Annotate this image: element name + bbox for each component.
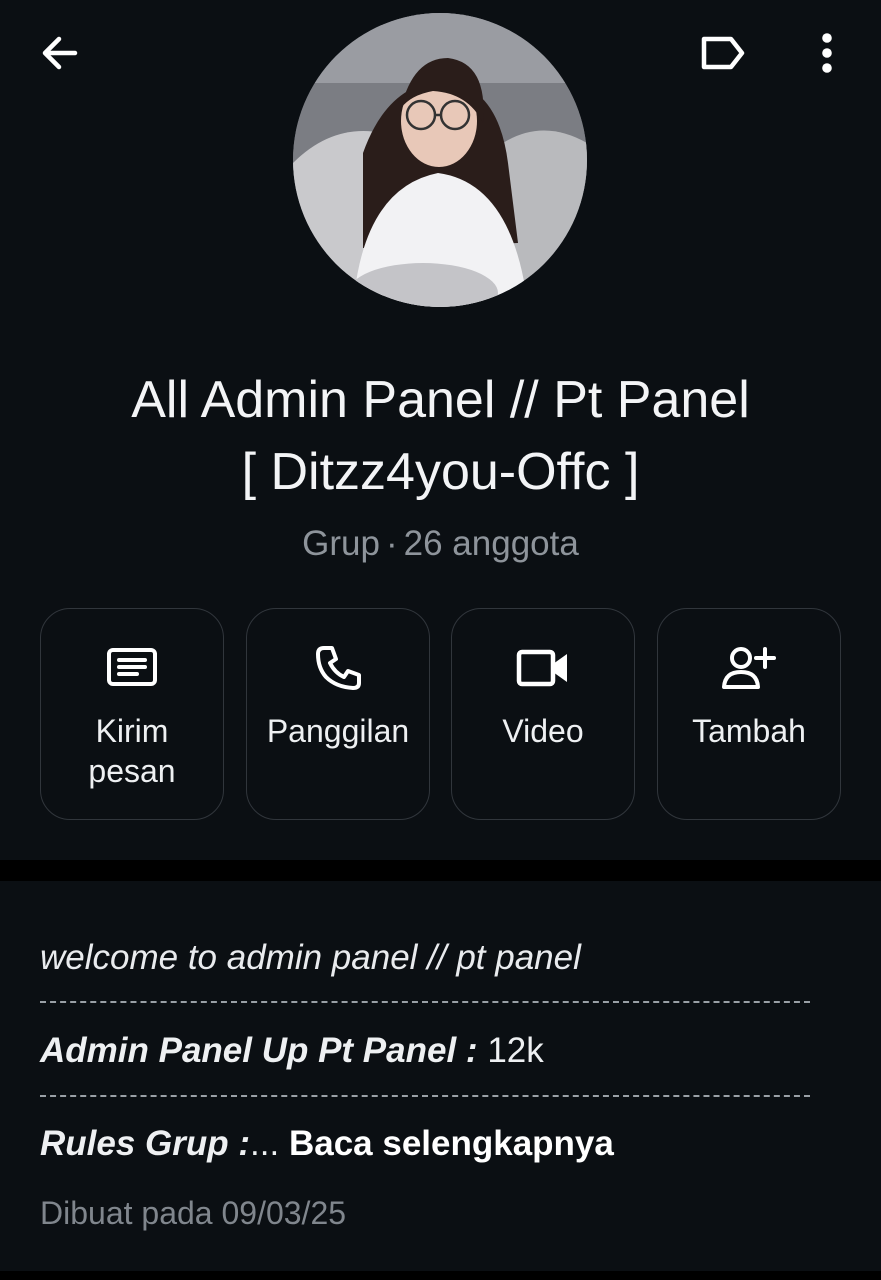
video-call-button[interactable]: Video [451, 608, 635, 820]
read-more-link[interactable]: Baca selengkapnya [289, 1124, 614, 1163]
call-label: Panggilan [266, 713, 410, 749]
label-button[interactable] [694, 24, 752, 82]
send-message-label: Kirim pesan [88, 713, 176, 789]
description-divider [40, 1095, 810, 1097]
meta-separator: · [385, 524, 398, 563]
add-member-label: Tambah [692, 713, 806, 749]
video-camera-icon [516, 649, 567, 687]
group-name-line1: All Admin Panel // Pt Panel [131, 371, 750, 429]
more-options-button[interactable] [800, 24, 854, 82]
created-date: Dibuat pada 09/03/25 [40, 1195, 347, 1231]
description-rules: Rules Grup :... Baca selengkapnya [40, 1121, 614, 1167]
group-type: Grup [302, 524, 380, 563]
add-person-icon [722, 647, 776, 689]
group-name: All Admin Panel // Pt Panel [ Ditzz4you-… [40, 364, 841, 508]
arrow-left-icon [42, 36, 78, 70]
group-name-line2: [ Ditzz4you-Offc ] [241, 443, 640, 501]
description-divider [40, 1001, 810, 1003]
rules-ellipsis: ... [250, 1124, 280, 1163]
call-button[interactable]: Panggilan [246, 608, 430, 820]
group-avatar[interactable] [293, 13, 587, 307]
group-meta: Grup · 26 anggota [40, 521, 841, 567]
phone-icon [316, 646, 361, 690]
back-button[interactable] [30, 24, 88, 82]
send-message-button[interactable]: Kirim pesan [40, 608, 224, 820]
avatar-photo [293, 13, 587, 307]
message-icon [107, 648, 157, 686]
panel-price-label: Admin Panel Up Pt Panel : [40, 1031, 478, 1070]
more-vertical-icon [822, 33, 832, 73]
description-welcome: welcome to admin panel // pt panel [40, 938, 581, 977]
label-tag-icon [701, 36, 745, 70]
add-member-button[interactable]: Tambah [657, 608, 841, 820]
member-count[interactable]: 26 anggota [404, 524, 579, 563]
description-panel-price: Admin Panel Up Pt Panel : 12k [40, 1028, 544, 1074]
video-call-label: Video [502, 713, 584, 749]
rules-label: Rules Grup : [40, 1124, 251, 1163]
panel-price-value: 12k [487, 1031, 544, 1070]
